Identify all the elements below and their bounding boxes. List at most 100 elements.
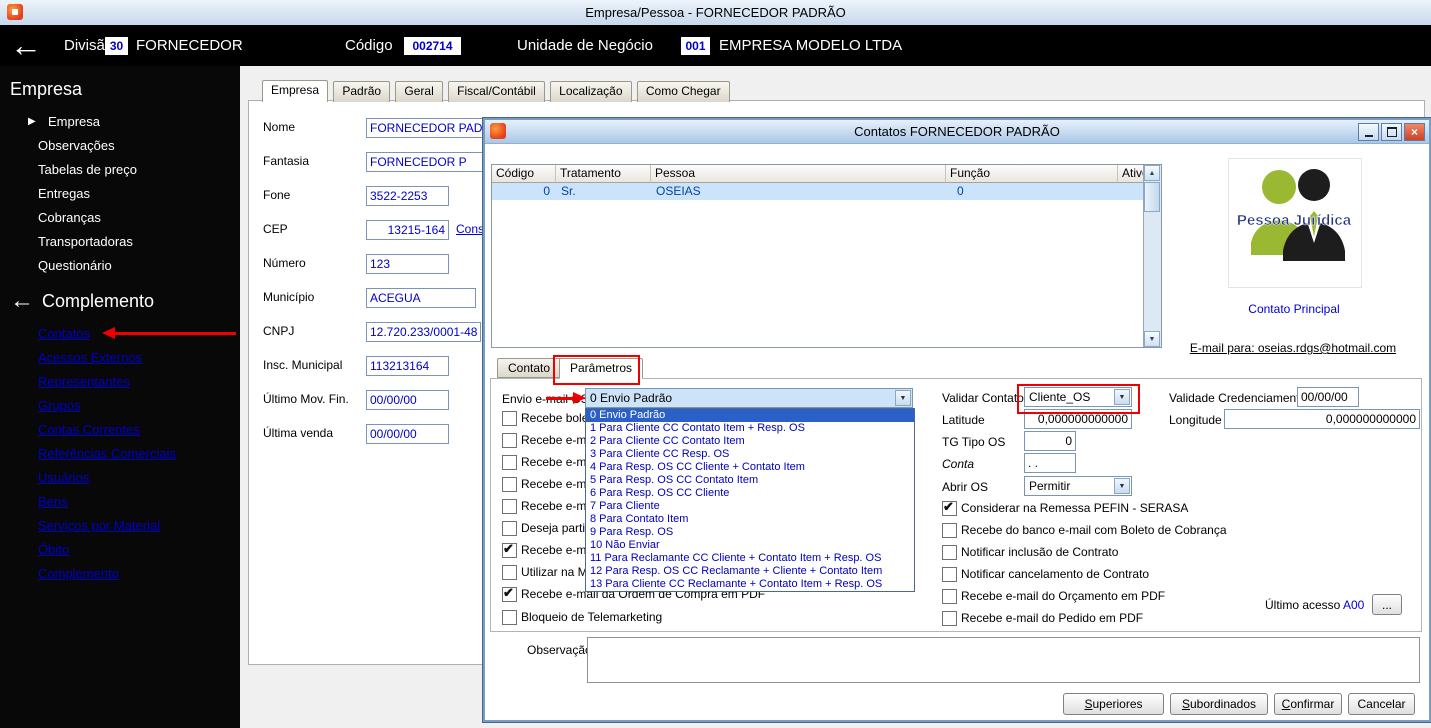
checkbox[interactable] xyxy=(942,523,957,538)
ultimo-acesso-browse-button[interactable]: ... xyxy=(1372,594,1402,615)
tab-localizacao[interactable]: Localização xyxy=(550,81,632,102)
numero-input[interactable] xyxy=(366,254,449,274)
table-scrollbar[interactable]: ▲ ▼ xyxy=(1143,165,1161,347)
nome-label: Nome xyxy=(263,120,296,134)
sidebar-item-transportadoras[interactable]: Transportadoras xyxy=(0,230,240,254)
latitude-label: Latitude xyxy=(942,413,985,427)
sidebar-item-tabelas-de-preco[interactable]: Tabelas de preço xyxy=(0,158,240,182)
dropdown-option[interactable]: 5 Para Resp. OS CC Contato Item xyxy=(586,474,914,487)
scroll-down-icon[interactable]: ▼ xyxy=(1144,331,1160,347)
longitude-input[interactable] xyxy=(1224,409,1420,429)
scroll-up-icon[interactable]: ▲ xyxy=(1144,165,1160,181)
checkbox[interactable] xyxy=(942,567,957,582)
column-header-tratamento[interactable]: Tratamento xyxy=(556,165,651,183)
sidebar-item-cobrancas[interactable]: Cobranças xyxy=(0,206,240,230)
dropdown-option[interactable]: 13 Para Cliente CC Reclamante + Contato … xyxy=(586,578,914,591)
dropdown-option[interactable]: 2 Para Cliente CC Contato Item xyxy=(586,435,914,448)
sidebar-item-representantes[interactable]: Representantes xyxy=(0,370,240,394)
cnpj-input[interactable] xyxy=(366,322,481,342)
sidebar-item-entregas[interactable]: Entregas xyxy=(0,182,240,206)
sidebar-item-observacoes[interactable]: Observações xyxy=(0,134,240,158)
validade-credenciamento-label: Validade Credenciamento xyxy=(1169,391,1307,405)
checkbox[interactable] xyxy=(502,433,517,448)
sidebar-item-contas-correntes[interactable]: Contas Correntes xyxy=(0,418,240,442)
observacao-textarea[interactable] xyxy=(587,637,1420,683)
checkbox[interactable] xyxy=(502,565,517,580)
dropdown-option[interactable]: 8 Para Contato Item xyxy=(586,513,914,526)
back-arrow-icon[interactable]: ← xyxy=(10,289,34,313)
sidebar-item-usuarios[interactable]: Usuários xyxy=(0,466,240,490)
observacao-label: Observação xyxy=(527,643,592,657)
dropdown-option[interactable]: 0 Envio Padrão xyxy=(586,409,914,422)
sidebar-item-grupos[interactable]: Grupos xyxy=(0,394,240,418)
cep-input[interactable] xyxy=(366,220,449,240)
checkbox[interactable] xyxy=(502,455,517,470)
column-header-ativo[interactable]: Ativo xyxy=(1118,165,1146,183)
email-link[interactable]: E-mail para: oseias.rdgs@hotmail.com xyxy=(1185,341,1401,355)
minimize-button[interactable] xyxy=(1358,123,1379,141)
superiores-button[interactable]: Superiores xyxy=(1063,693,1164,715)
tg-tipo-os-input[interactable] xyxy=(1024,431,1076,451)
sidebar-item-acessos-externos[interactable]: Acessos Externos xyxy=(0,346,240,370)
checkbox-label: Notificar cancelamento de Contrato xyxy=(961,567,1150,581)
checkbox[interactable] xyxy=(502,477,517,492)
dropdown-option[interactable]: 7 Para Cliente xyxy=(586,500,914,513)
table-row[interactable]: 0 Sr. OSEIAS 0 xyxy=(492,183,1161,200)
abrir-os-combo[interactable]: Permitir ▼ xyxy=(1024,476,1132,496)
checkbox[interactable] xyxy=(502,585,517,602)
cancelar-button[interactable]: Cancelar xyxy=(1348,693,1415,715)
dropdown-option[interactable]: 1 Para Cliente CC Contato Item + Resp. O… xyxy=(586,422,914,435)
conta-input[interactable] xyxy=(1024,453,1076,473)
dropdown-option[interactable]: 11 Para Reclamante CC Cliente + Contato … xyxy=(586,552,914,565)
sidebar-item-bens[interactable]: Bens xyxy=(0,490,240,514)
checkbox[interactable] xyxy=(502,499,517,514)
checkbox[interactable] xyxy=(942,589,957,604)
dropdown-option[interactable]: 4 Para Resp. OS CC Cliente + Contato Ite… xyxy=(586,461,914,474)
insc-municipal-input[interactable] xyxy=(366,356,449,376)
ultimo-mov-input[interactable] xyxy=(366,390,449,410)
sidebar-item-empresa[interactable]: ▶ Empresa xyxy=(0,110,240,134)
sidebar-item-servicos-por-material[interactable]: Serviços por Material xyxy=(0,514,240,538)
ultima-venda-input[interactable] xyxy=(366,424,449,444)
checkbox-label: Deseja partic xyxy=(521,521,592,535)
sidebar-item-referencias-comerciais[interactable]: Referências Comerciais xyxy=(0,442,240,466)
checkbox[interactable] xyxy=(942,499,957,516)
sidebar-item-questionario[interactable]: Questionário xyxy=(0,254,240,278)
tab-empresa[interactable]: Empresa xyxy=(262,80,329,102)
confirmar-button[interactable]: Confirmar xyxy=(1274,693,1342,715)
cep-consulta-link[interactable]: Cons xyxy=(456,222,484,236)
maximize-button[interactable] xyxy=(1381,123,1402,141)
dropdown-option[interactable]: 12 Para Resp. OS CC Reclamante + Cliente… xyxy=(586,565,914,578)
dropdown-option[interactable]: 10 Não Enviar xyxy=(586,539,914,552)
envio-email-combo[interactable]: 0 Envio Padrão ▼ xyxy=(585,388,913,408)
checkbox[interactable] xyxy=(942,611,957,626)
column-header-funcao[interactable]: Função xyxy=(946,165,1118,183)
tab-fiscal-contabil[interactable]: Fiscal/Contábil xyxy=(448,81,545,102)
chevron-down-icon[interactable]: ▼ xyxy=(1114,478,1130,494)
checkbox[interactable] xyxy=(502,521,517,536)
back-arrow-icon[interactable]: ← xyxy=(10,25,42,66)
checkbox[interactable] xyxy=(502,541,517,558)
checkbox[interactable] xyxy=(502,610,517,625)
tab-como-chegar[interactable]: Como Chegar xyxy=(636,81,730,102)
fone-input[interactable] xyxy=(366,186,449,206)
checkbox[interactable] xyxy=(942,545,957,560)
tab-padrao[interactable]: Padrão xyxy=(333,81,391,102)
tab-contato[interactable]: Contato xyxy=(497,358,562,378)
close-button[interactable]: × xyxy=(1404,123,1425,141)
column-header-codigo[interactable]: Código xyxy=(492,165,556,183)
dropdown-option[interactable]: 6 Para Resp. OS CC Cliente xyxy=(586,487,914,500)
column-header-pessoa[interactable]: Pessoa xyxy=(651,165,946,183)
sidebar-item-obito[interactable]: Óbito xyxy=(0,538,240,562)
subordinados-button[interactable]: Subordinados xyxy=(1170,693,1268,715)
sidebar-item-complemento[interactable]: Complemento xyxy=(0,562,240,586)
municipio-input[interactable] xyxy=(366,288,476,308)
contato-principal-link[interactable]: Contato Principal xyxy=(1228,302,1360,316)
checkbox[interactable] xyxy=(502,411,517,426)
dropdown-option[interactable]: 3 Para Cliente CC Resp. OS xyxy=(586,448,914,461)
validade-credenciamento-input[interactable] xyxy=(1297,387,1359,407)
scrollbar-thumb[interactable] xyxy=(1144,182,1160,212)
dropdown-option[interactable]: 9 Para Resp. OS xyxy=(586,526,914,539)
chevron-down-icon[interactable]: ▼ xyxy=(895,390,911,406)
tab-geral[interactable]: Geral xyxy=(395,81,443,102)
